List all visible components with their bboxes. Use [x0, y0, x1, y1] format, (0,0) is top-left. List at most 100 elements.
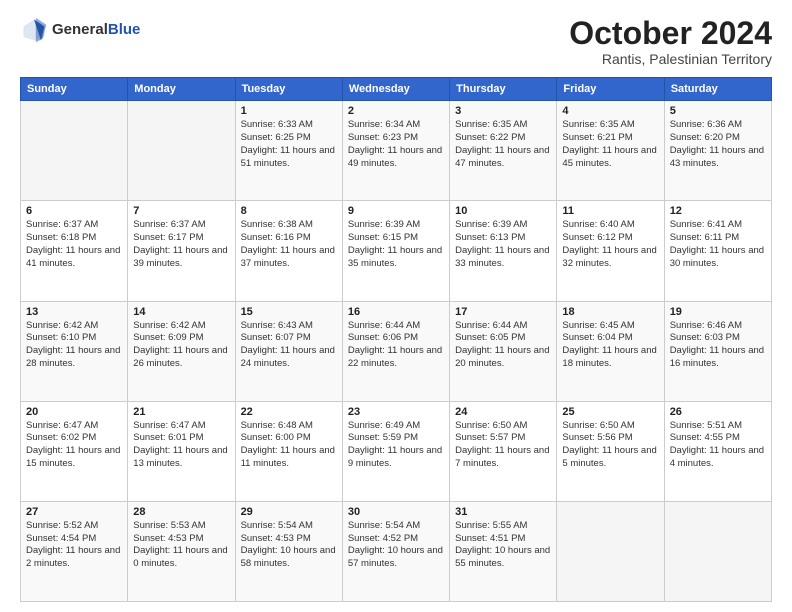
day-info: Sunrise: 6:45 AM Sunset: 6:04 PM Dayligh… — [562, 320, 658, 371]
day-number: 9 — [348, 205, 444, 217]
logo-general: GeneralBlue — [52, 21, 140, 39]
calendar-cell: 12 Sunrise: 6:41 AM Sunset: 6:11 PM Dayli… — [664, 201, 771, 301]
day-number: 31 — [455, 506, 551, 518]
logo-text-block: GeneralBlue — [52, 21, 140, 39]
calendar-cell: 11 Sunrise: 6:40 AM Sunset: 6:12 PM Dayli… — [557, 201, 664, 301]
day-info: Sunrise: 6:35 AM Sunset: 6:21 PM Dayligh… — [562, 119, 658, 170]
day-number: 14 — [133, 306, 229, 318]
calendar-cell: 21Sunrise: 6:47 AM Sunset: 6:01 PM Dayli… — [128, 401, 235, 501]
day-info: Sunrise: 6:34 AM Sunset: 6:23 PM Dayligh… — [348, 119, 444, 170]
day-number: 10 — [455, 205, 551, 217]
col-tuesday: Tuesday — [235, 78, 342, 101]
calendar-cell: 26 Sunrise: 5:51 AM Sunset: 4:55 PM Dayli… — [664, 401, 771, 501]
day-info: Sunrise: 6:47 AM Sunset: 6:02 PM Dayligh… — [26, 420, 122, 471]
day-info: Sunrise: 5:53 AM Sunset: 4:53 PM Dayligh… — [133, 520, 229, 571]
calendar-cell: 3Sunrise: 6:35 AM Sunset: 6:22 PM Daylig… — [450, 101, 557, 201]
calendar-week-3: 13Sunrise: 6:42 AM Sunset: 6:10 PM Dayli… — [21, 301, 772, 401]
day-number: 12 — [670, 205, 766, 217]
day-number: 18 — [562, 306, 658, 318]
day-number: 30 — [348, 506, 444, 518]
calendar-cell: 14 Sunrise: 6:42 AM Sunset: 6:09 PM Dayli… — [128, 301, 235, 401]
day-number: 7 — [133, 205, 229, 217]
col-monday: Monday — [128, 78, 235, 101]
day-info: Sunrise: 6:44 AM Sunset: 6:06 PM Dayligh… — [348, 320, 444, 371]
day-number: 29 — [241, 506, 337, 518]
calendar-cell: 8 Sunrise: 6:38 AM Sunset: 6:16 PM Daylig… — [235, 201, 342, 301]
day-info: Sunrise: 6:33 AM Sunset: 6:25 PM Dayligh… — [241, 119, 337, 170]
day-number: 17 — [455, 306, 551, 318]
day-info: Sunrise: 6:37 AM Sunset: 6:17 PM Dayligh… — [133, 219, 229, 270]
calendar-cell: 20 Sunrise: 6:47 AM Sunset: 6:02 PM Dayli… — [21, 401, 128, 501]
calendar-table: Sunday Monday Tuesday Wednesday Thursday… — [20, 77, 772, 602]
calendar-cell: 19 Sunrise: 6:46 AM Sunset: 6:03 PM Dayli… — [664, 301, 771, 401]
day-info: Sunrise: 6:50 AM Sunset: 5:56 PM Dayligh… — [562, 420, 658, 471]
day-info: Sunrise: 5:55 AM Sunset: 4:51 PM Dayligh… — [455, 520, 551, 571]
calendar-week-1: 1Sunrise: 6:33 AM Sunset: 6:25 PM Daylig… — [21, 101, 772, 201]
day-number: 4 — [562, 105, 658, 117]
day-number: 20 — [26, 406, 122, 418]
calendar-header-row: Sunday Monday Tuesday Wednesday Thursday… — [21, 78, 772, 101]
calendar-cell: 2 Sunrise: 6:34 AM Sunset: 6:23 PM Daylig… — [342, 101, 449, 201]
calendar-cell — [128, 101, 235, 201]
logo-icon — [20, 16, 48, 44]
day-number: 23 — [348, 406, 444, 418]
day-number: 19 — [670, 306, 766, 318]
day-number: 11 — [562, 205, 658, 217]
calendar-week-2: 6 Sunrise: 6:37 AM Sunset: 6:18 PM Daylig… — [21, 201, 772, 301]
calendar-cell: 13Sunrise: 6:42 AM Sunset: 6:10 PM Dayli… — [21, 301, 128, 401]
col-thursday: Thursday — [450, 78, 557, 101]
day-info: Sunrise: 6:40 AM Sunset: 6:12 PM Dayligh… — [562, 219, 658, 270]
day-info: Sunrise: 6:46 AM Sunset: 6:03 PM Dayligh… — [670, 320, 766, 371]
day-number: 2 — [348, 105, 444, 117]
calendar-cell: 17 Sunrise: 6:44 AM Sunset: 6:05 PM Dayli… — [450, 301, 557, 401]
day-info: Sunrise: 6:35 AM Sunset: 6:22 PM Dayligh… — [455, 119, 551, 170]
calendar-cell: 18 Sunrise: 6:45 AM Sunset: 6:04 PM Dayli… — [557, 301, 664, 401]
month-title: October 2024 — [569, 16, 772, 51]
day-number: 22 — [241, 406, 337, 418]
calendar-cell: 25 Sunrise: 6:50 AM Sunset: 5:56 PM Dayli… — [557, 401, 664, 501]
day-info: Sunrise: 6:37 AM Sunset: 6:18 PM Dayligh… — [26, 219, 122, 270]
day-info: Sunrise: 6:42 AM Sunset: 6:09 PM Dayligh… — [133, 320, 229, 371]
day-info: Sunrise: 6:44 AM Sunset: 6:05 PM Dayligh… — [455, 320, 551, 371]
col-sunday: Sunday — [21, 78, 128, 101]
day-number: 6 — [26, 205, 122, 217]
day-info: Sunrise: 6:41 AM Sunset: 6:11 PM Dayligh… — [670, 219, 766, 270]
day-number: 24 — [455, 406, 551, 418]
day-info: Sunrise: 6:43 AM Sunset: 6:07 PM Dayligh… — [241, 320, 337, 371]
day-number: 8 — [241, 205, 337, 217]
day-number: 26 — [670, 406, 766, 418]
calendar-cell: 5Sunrise: 6:36 AM Sunset: 6:20 PM Daylig… — [664, 101, 771, 201]
day-info: Sunrise: 6:48 AM Sunset: 6:00 PM Dayligh… — [241, 420, 337, 471]
day-info: Sunrise: 5:54 AM Sunset: 4:53 PM Dayligh… — [241, 520, 337, 571]
calendar-cell: 10 Sunrise: 6:39 AM Sunset: 6:13 PM Dayli… — [450, 201, 557, 301]
calendar-cell: 1Sunrise: 6:33 AM Sunset: 6:25 PM Daylig… — [235, 101, 342, 201]
day-info: Sunrise: 5:51 AM Sunset: 4:55 PM Dayligh… — [670, 420, 766, 471]
day-info: Sunrise: 6:38 AM Sunset: 6:16 PM Dayligh… — [241, 219, 337, 270]
header: GeneralBlue October 2024 Rantis, Palesti… — [20, 16, 772, 67]
calendar-cell: 30 Sunrise: 5:54 AM Sunset: 4:52 PM Dayli… — [342, 501, 449, 601]
calendar-cell: 23Sunrise: 6:49 AM Sunset: 5:59 PM Dayli… — [342, 401, 449, 501]
day-info: Sunrise: 5:52 AM Sunset: 4:54 PM Dayligh… — [26, 520, 122, 571]
calendar-cell — [557, 501, 664, 601]
calendar-cell: 27 Sunrise: 5:52 AM Sunset: 4:54 PM Dayli… — [21, 501, 128, 601]
day-number: 16 — [348, 306, 444, 318]
logo: GeneralBlue — [20, 16, 140, 44]
calendar-cell: 6 Sunrise: 6:37 AM Sunset: 6:18 PM Daylig… — [21, 201, 128, 301]
col-friday: Friday — [557, 78, 664, 101]
day-number: 15 — [241, 306, 337, 318]
day-info: Sunrise: 6:39 AM Sunset: 6:13 PM Dayligh… — [455, 219, 551, 270]
calendar-cell — [21, 101, 128, 201]
calendar-cell: 29 Sunrise: 5:54 AM Sunset: 4:53 PM Dayli… — [235, 501, 342, 601]
day-number: 28 — [133, 506, 229, 518]
calendar-cell — [664, 501, 771, 601]
calendar-cell: 22 Sunrise: 6:48 AM Sunset: 6:00 PM Dayli… — [235, 401, 342, 501]
title-block: October 2024 Rantis, Palestinian Territo… — [569, 16, 772, 67]
day-number: 27 — [26, 506, 122, 518]
day-info: Sunrise: 5:54 AM Sunset: 4:52 PM Dayligh… — [348, 520, 444, 571]
calendar-cell: 7 Sunrise: 6:37 AM Sunset: 6:17 PM Daylig… — [128, 201, 235, 301]
day-number: 25 — [562, 406, 658, 418]
calendar-cell: 28 Sunrise: 5:53 AM Sunset: 4:53 PM Dayli… — [128, 501, 235, 601]
day-number: 13 — [26, 306, 122, 318]
day-info: Sunrise: 6:39 AM Sunset: 6:15 PM Dayligh… — [348, 219, 444, 270]
day-info: Sunrise: 6:47 AM Sunset: 6:01 PM Dayligh… — [133, 420, 229, 471]
